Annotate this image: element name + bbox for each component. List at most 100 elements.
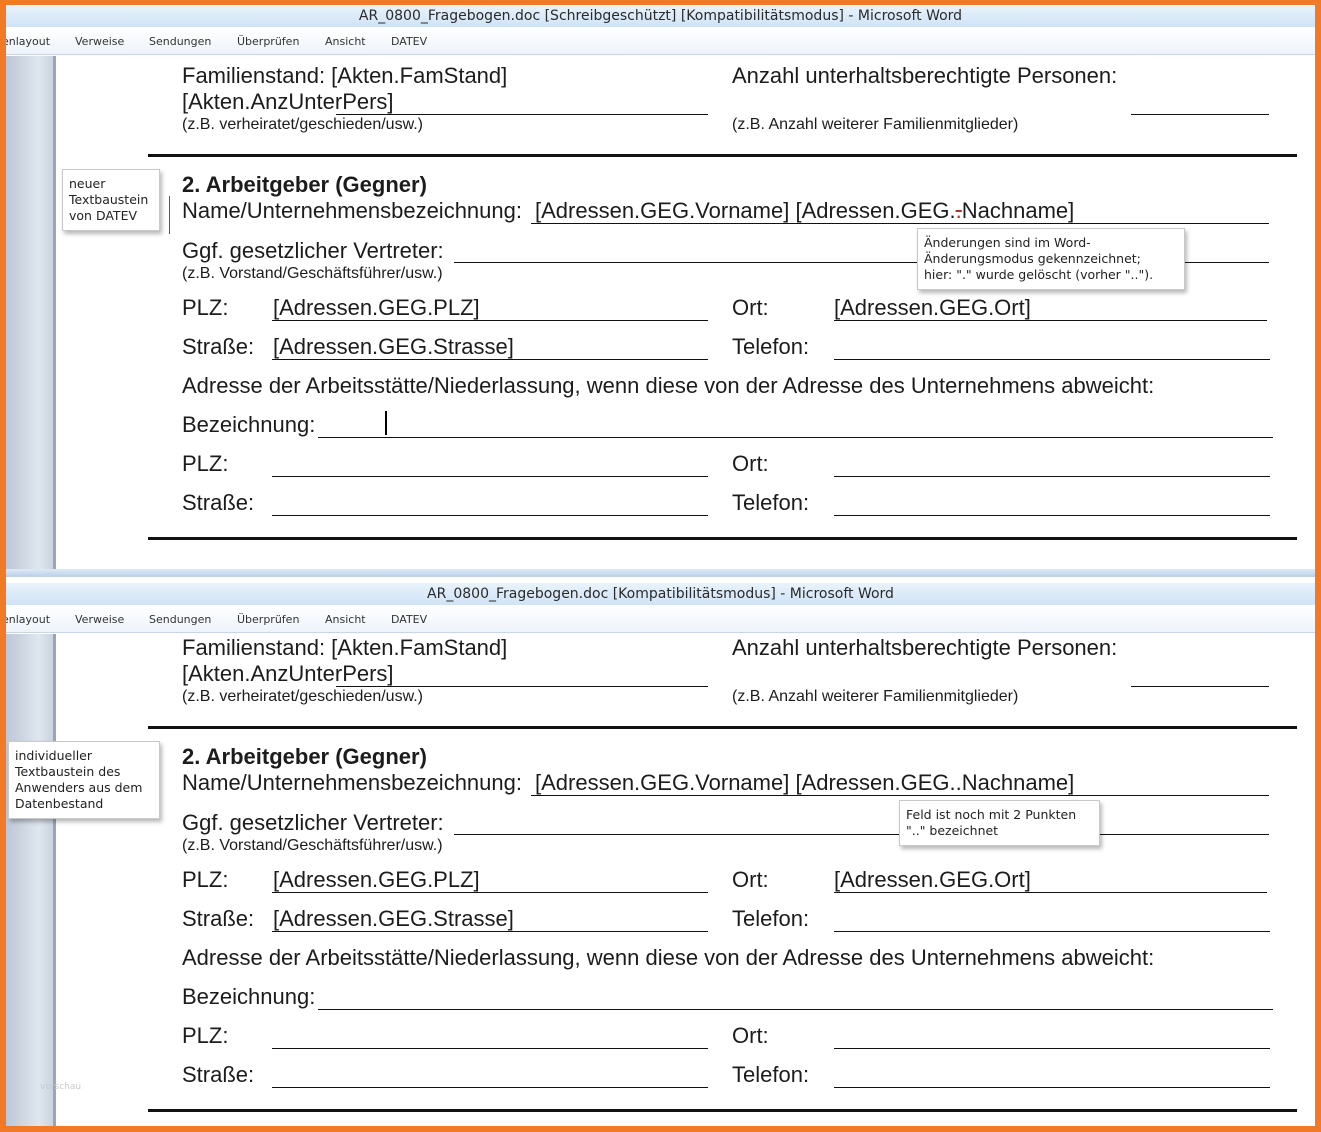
tab-seitenlayout[interactable]: enlayout: [6, 613, 50, 626]
anzahl-line[interactable]: [1131, 114, 1269, 115]
section-rule: [148, 154, 1297, 157]
telefon2-label: Telefon:: [732, 490, 810, 515]
callout-line: von DATEV: [69, 208, 138, 223]
vertreter-line[interactable]: [454, 834, 1269, 835]
name-value-part-b: Nachname]: [961, 198, 1075, 223]
anzahl-label: Anzahl unterhaltsberechtigte Personen:: [732, 63, 1118, 88]
ort2-label: Ort:: [732, 1023, 769, 1048]
familienstand-label: Familienstand: [Akten.FamStand]: [182, 635, 508, 660]
window-title: AR_0800_Fragebogen.doc [Schreibgeschützt…: [6, 5, 1315, 27]
adresse-hint: Adresse der Arbeitsstätte/Niederlassung,…: [182, 373, 1155, 398]
bezeichnung-label: Bezeichnung:: [182, 412, 316, 437]
tab-verweise[interactable]: Verweise: [75, 613, 124, 626]
strasse-line: [272, 359, 708, 360]
window-title: AR_0800_Fragebogen.doc [Kompatibilitätsm…: [6, 583, 1315, 605]
bezeichnung-line[interactable]: [318, 437, 1273, 438]
plz2-line[interactable]: [272, 1048, 708, 1049]
strasse2-line[interactable]: [272, 515, 708, 516]
tab-datev[interactable]: DATEV: [391, 35, 427, 48]
ort2-label: Ort:: [732, 451, 769, 476]
vertreter-label: Ggf. gesetzlicher Vertreter:: [182, 810, 444, 835]
telefon-label: Telefon:: [732, 334, 810, 359]
telefon-line[interactable]: [834, 359, 1270, 360]
tab-sendungen[interactable]: Sendungen: [149, 613, 211, 626]
telefon2-line[interactable]: [834, 1087, 1270, 1088]
tab-ueberpruefen[interactable]: Überprüfen: [237, 613, 299, 626]
section-bottom-rule: [148, 1109, 1297, 1112]
ort-line: [834, 892, 1267, 893]
tab-seitenlayout[interactable]: enlayout: [6, 35, 50, 48]
tab-ansicht[interactable]: Ansicht: [325, 613, 366, 626]
bezeichnung-line[interactable]: [318, 1009, 1273, 1010]
plz2-line[interactable]: [272, 476, 708, 477]
plz2-label: PLZ:: [182, 1023, 229, 1048]
familienstand-line: [336, 114, 708, 115]
vertreter-label: Ggf. gesetzlicher Vertreter:: [182, 238, 444, 263]
plz-value[interactable]: [Adressen.GEG.PLZ]: [273, 867, 480, 893]
plz-line: [272, 320, 708, 321]
callout-user-block: individueller Textbaustein des Anwenders…: [8, 741, 160, 819]
faint-watermark-text: vorschau: [40, 1082, 82, 1092]
ribbon-tabs: enlayout Verweise Sendungen Überprüfen A…: [6, 605, 1315, 633]
bezeichnung-label: Bezeichnung:: [182, 984, 316, 1009]
plz2-label: PLZ:: [182, 451, 229, 476]
anz-unter-pers-field[interactable]: [Akten.AnzUnterPers]: [182, 89, 394, 115]
telefon-label: Telefon:: [732, 906, 810, 931]
callout-line: ".." bezeichnet: [906, 823, 999, 838]
word-window-compat: AR_0800_Fragebogen.doc [Kompatibilitätsm…: [6, 577, 1315, 1126]
strasse-label: Straße:: [182, 906, 255, 931]
anzahl-line[interactable]: [1131, 686, 1269, 687]
tab-datev[interactable]: DATEV: [391, 613, 427, 626]
tab-ansicht[interactable]: Ansicht: [325, 35, 366, 48]
ort2-line[interactable]: [834, 476, 1270, 477]
section-rule: [148, 726, 1297, 729]
telefon2-label: Telefon:: [732, 1062, 810, 1087]
vertreter-hint: (z.B. Vorstand/Geschäftsführer/usw.): [182, 837, 443, 854]
ort-value[interactable]: [Adressen.GEG.Ort]: [834, 295, 1031, 321]
strasse2-line[interactable]: [272, 1087, 708, 1088]
strasse2-label: Straße:: [182, 1062, 255, 1087]
name-value[interactable]: [Adressen.GEG.Vorname] [Adressen.GEG..Na…: [535, 198, 1074, 224]
callout-two-dots: Feld ist noch mit 2 Punkten ".." bezeich…: [899, 800, 1100, 846]
callout-line: Feld ist noch mit 2 Punkten: [906, 807, 1077, 822]
plz-value[interactable]: [Adressen.GEG.PLZ]: [273, 295, 480, 321]
callout-line: Textbaustein: [69, 192, 149, 207]
strasse-label: Straße:: [182, 334, 255, 359]
tab-sendungen[interactable]: Sendungen: [149, 35, 211, 48]
familienstand-hint: (z.B. verheiratet/geschieden/usw.): [182, 116, 424, 133]
callout-line: individueller: [15, 748, 92, 763]
strasse-value[interactable]: [Adressen.GEG.Strasse]: [273, 906, 514, 932]
callout-track-changes: Änderungen sind im Word- Änderungsmodus …: [917, 228, 1185, 290]
plz-label: PLZ:: [182, 867, 229, 892]
anzahl-hint: (z.B. Anzahl weiterer Familienmitglieder…: [732, 688, 1019, 705]
tab-ueberpruefen[interactable]: Überprüfen: [237, 35, 299, 48]
callout-line: neuer: [69, 176, 106, 191]
callout-line: Änderungsmodus gekennzeichnet;: [924, 251, 1141, 266]
ort2-line[interactable]: [834, 1048, 1270, 1049]
section-title: 2. Arbeitgeber (Gegner): [182, 744, 427, 769]
callout-line: Datenbestand: [15, 796, 104, 811]
name-label: Name/Unternehmensbezeichnung:: [182, 198, 522, 223]
plz-line: [272, 892, 708, 893]
familienstand-line: [336, 686, 708, 687]
ort-label: Ort:: [732, 867, 769, 892]
ort-value[interactable]: [Adressen.GEG.Ort]: [834, 867, 1031, 893]
callout-line: Änderungen sind im Word-: [924, 235, 1091, 250]
plz-label: PLZ:: [182, 295, 229, 320]
telefon-line[interactable]: [834, 931, 1270, 932]
page-edge: [53, 634, 56, 1126]
telefon2-line[interactable]: [834, 515, 1270, 516]
window-separator: [6, 569, 1315, 577]
name-label: Name/Unternehmensbezeichnung:: [182, 770, 522, 795]
vertreter-hint: (z.B. Vorstand/Geschäftsführer/usw.): [182, 265, 443, 282]
anz-unter-pers-field[interactable]: [Akten.AnzUnterPers]: [182, 661, 394, 687]
callout-line: hier: "." wurde gelöscht (vorher "..").: [924, 267, 1154, 282]
strasse-value[interactable]: [Adressen.GEG.Strasse]: [273, 334, 514, 360]
name-line: [531, 795, 1269, 796]
document-left-margin: [6, 56, 53, 569]
name-value[interactable]: [Adressen.GEG.Vorname] [Adressen.GEG..Na…: [535, 770, 1074, 796]
tab-verweise[interactable]: Verweise: [75, 35, 124, 48]
familienstand-label: Familienstand: [Akten.FamStand]: [182, 63, 508, 88]
callout-line: Textbaustein des: [15, 764, 121, 779]
ort-line: [834, 320, 1267, 321]
